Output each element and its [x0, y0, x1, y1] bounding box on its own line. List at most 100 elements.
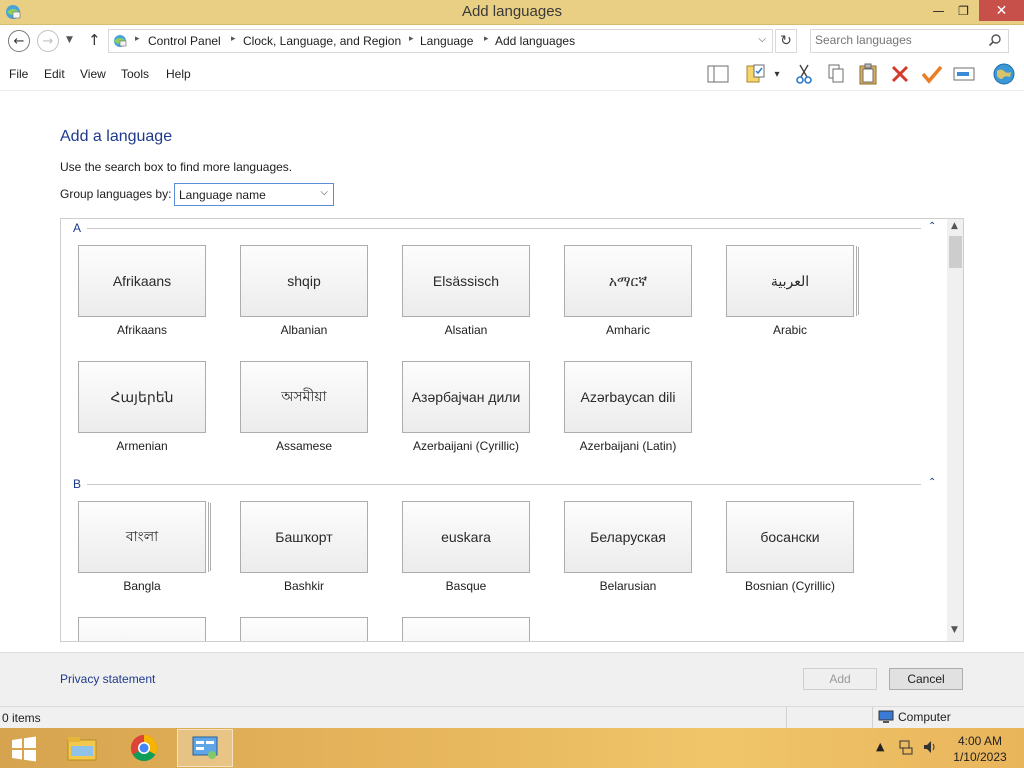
rename-icon[interactable]: [952, 62, 976, 86]
properties-icon[interactable]: [744, 62, 768, 86]
breadcrumb-separator[interactable]: ▸: [409, 34, 414, 44]
language-label[interactable]: Bosnian (Cyrillic): [716, 579, 864, 593]
maximize-button[interactable]: ❐: [950, 0, 977, 21]
breadcrumb-clock-language-region[interactable]: Clock, Language, and Region: [243, 34, 401, 48]
vertical-scrollbar[interactable]: ▲ ▼: [947, 219, 963, 641]
menu-view[interactable]: View: [80, 67, 106, 81]
clock-date: 1/10/2023: [953, 750, 1007, 764]
language-label[interactable]: Azerbaijani (Latin): [554, 439, 702, 453]
language-label[interactable]: Amharic: [564, 323, 692, 337]
language-label[interactable]: Bangla: [78, 579, 206, 593]
breadcrumb-control-panel[interactable]: Control Panel: [148, 34, 221, 48]
language-tile[interactable]: [240, 617, 368, 641]
language-tile-albanian[interactable]: shqip: [240, 245, 368, 317]
layout-icon[interactable]: [706, 62, 730, 86]
zone-indicator: Computer: [878, 710, 951, 724]
breadcrumb-language[interactable]: Language: [420, 34, 473, 48]
privacy-link[interactable]: Privacy statement: [60, 672, 155, 686]
menu-help[interactable]: Help: [166, 67, 191, 81]
network-icon[interactable]: [898, 739, 914, 758]
item-count: 0 items: [2, 711, 41, 725]
delete-icon[interactable]: [888, 62, 912, 86]
collapse-icon[interactable]: ⌃: [928, 477, 936, 488]
close-button[interactable]: ✕: [979, 0, 1024, 21]
language-tile-basque[interactable]: euskara: [402, 501, 530, 573]
scroll-up-icon[interactable]: ▲: [951, 221, 958, 231]
menu-tools[interactable]: Tools: [121, 67, 149, 81]
language-tile-armenian[interactable]: Հայերեն: [78, 361, 206, 433]
recent-locations-button[interactable]: ▼: [66, 35, 73, 45]
menu-edit[interactable]: Edit: [44, 67, 65, 81]
scroll-down-icon[interactable]: ▼: [951, 625, 958, 635]
up-button[interactable]: ↑: [88, 31, 101, 49]
language-tile-bashkir[interactable]: Башҡорт: [240, 501, 368, 573]
taskbar: ▲ 4:00 AM 1/10/2023: [0, 728, 1024, 768]
section-header-a[interactable]: A: [73, 221, 81, 235]
search-icon[interactable]: [988, 33, 1002, 47]
back-button[interactable]: ←: [8, 30, 30, 52]
language-tile-bosnian-cyrillic[interactable]: босански: [726, 501, 854, 573]
search-input[interactable]: [815, 33, 985, 47]
copy-icon[interactable]: [824, 62, 848, 86]
section-divider: [87, 228, 921, 229]
forward-button[interactable]: →: [37, 30, 59, 52]
group-by-label: Group languages by:: [60, 187, 172, 201]
status-divider: [786, 707, 787, 729]
language-label[interactable]: Armenian: [78, 439, 206, 453]
paste-icon[interactable]: [856, 62, 880, 86]
taskbar-chrome[interactable]: [116, 729, 172, 767]
volume-icon[interactable]: [922, 739, 938, 758]
add-button[interactable]: Add: [803, 668, 877, 690]
language-tile-alsatian[interactable]: Elsässisch: [402, 245, 530, 317]
breadcrumb-separator[interactable]: ▸: [484, 34, 489, 44]
language-tile-belarusian[interactable]: Беларуская: [564, 501, 692, 573]
menu-file[interactable]: File: [9, 67, 28, 81]
breadcrumb-separator[interactable]: ▸: [135, 34, 140, 44]
control-panel-icon: [114, 35, 127, 47]
search-box[interactable]: [810, 29, 1009, 53]
language-label[interactable]: Albanian: [240, 323, 368, 337]
language-label[interactable]: Assamese: [240, 439, 368, 453]
checkmark-icon[interactable]: [920, 62, 944, 86]
language-tile[interactable]: [402, 617, 530, 641]
chevron-down-icon: ⌵: [320, 187, 328, 198]
language-label[interactable]: Bashkir: [240, 579, 368, 593]
language-label[interactable]: Azerbaijani (Cyrillic): [392, 439, 540, 453]
breadcrumb-separator[interactable]: ▸: [231, 34, 236, 44]
language-tile-afrikaans[interactable]: Afrikaans: [78, 245, 206, 317]
show-hidden-icons[interactable]: ▲: [876, 740, 884, 753]
language-label[interactable]: Arabic: [726, 323, 854, 337]
minimize-button[interactable]: —: [925, 0, 952, 21]
language-tile-arabic[interactable]: العربية: [726, 245, 854, 317]
refresh-button[interactable]: ↻: [775, 29, 797, 53]
language-tile-assamese[interactable]: অসমীয়া: [240, 361, 368, 433]
status-divider: [872, 707, 873, 729]
cancel-button[interactable]: Cancel: [889, 668, 963, 690]
language-label[interactable]: Belarusian: [564, 579, 692, 593]
address-dropdown-icon[interactable]: ⌵: [758, 34, 766, 45]
group-by-select[interactable]: Language name ⌵: [174, 183, 334, 206]
taskbar-file-explorer[interactable]: [54, 729, 110, 767]
collapse-icon[interactable]: ⌃: [928, 221, 936, 232]
language-tile-azerbaijani-cyrillic[interactable]: Азәрбајҹан дили: [402, 361, 530, 433]
address-bar[interactable]: ▸ Control Panel ▸ Clock, Language, and R…: [108, 29, 773, 53]
window-title: Add languages: [461, 3, 563, 20]
start-button[interactable]: [4, 734, 44, 764]
language-tile-azerbaijani-latin[interactable]: Azərbaycan dili: [564, 361, 692, 433]
language-tile-amharic[interactable]: አማርኛ: [564, 245, 692, 317]
dialog-footer: Privacy statement Add Cancel: [0, 652, 1024, 706]
language-tile[interactable]: [78, 617, 206, 641]
cut-icon[interactable]: [792, 62, 816, 86]
properties-dropdown-icon[interactable]: ▾: [770, 62, 784, 86]
language-tile-bangla[interactable]: বাংলা: [78, 501, 206, 573]
language-label[interactable]: Basque: [402, 579, 530, 593]
system-clock[interactable]: 4:00 AM 1/10/2023: [948, 733, 1012, 765]
globe-icon[interactable]: [992, 62, 1016, 86]
scroll-thumb[interactable]: [949, 236, 962, 268]
language-label[interactable]: Afrikaans: [78, 323, 206, 337]
language-label[interactable]: Alsatian: [402, 323, 530, 337]
breadcrumb-add-languages[interactable]: Add languages: [495, 34, 575, 48]
section-header-b[interactable]: B: [73, 477, 81, 491]
menu-bar: File Edit View Tools Help ▾: [0, 57, 1024, 91]
taskbar-control-panel[interactable]: [177, 729, 233, 767]
